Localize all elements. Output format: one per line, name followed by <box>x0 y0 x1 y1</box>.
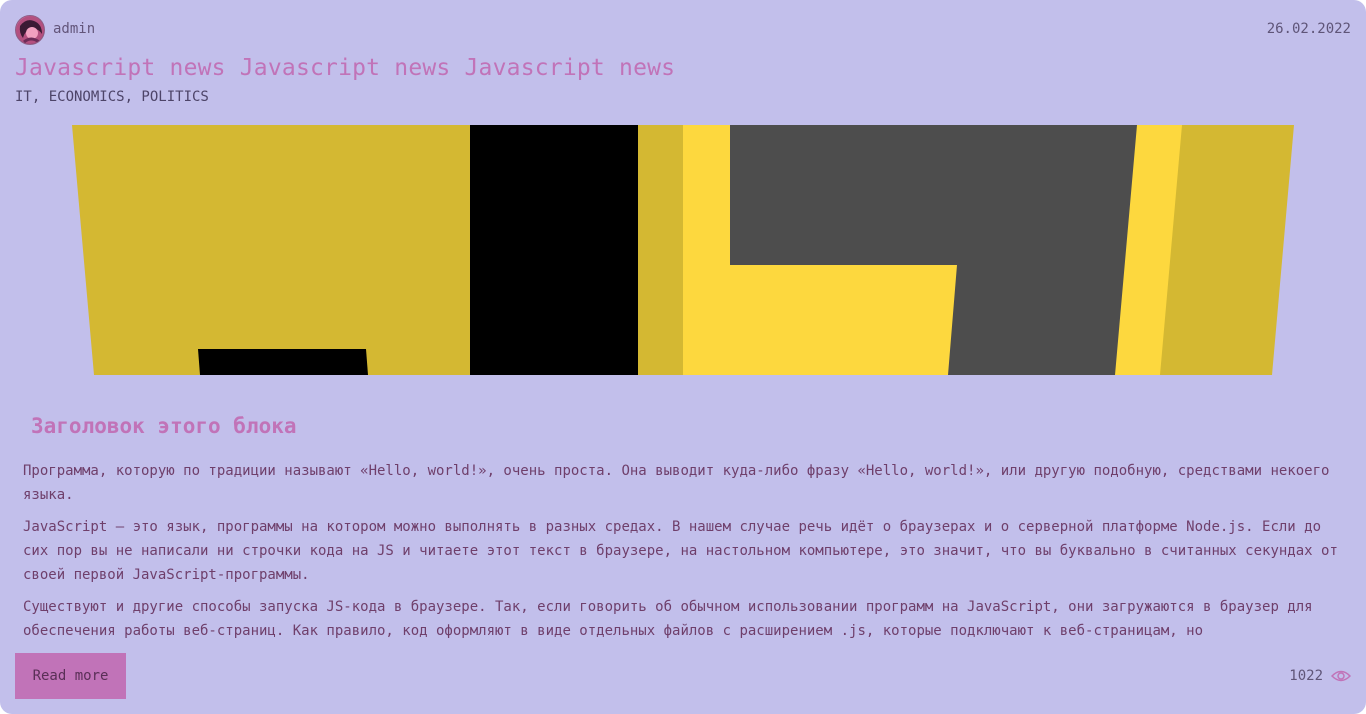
views-count: 1022 <box>1289 668 1323 684</box>
post-card: admin 26.02.2022 Javascript news Javascr… <box>0 0 1366 714</box>
views-counter: 1022 <box>1289 666 1351 686</box>
post-header: admin 26.02.2022 <box>15 15 1351 45</box>
block-title: Заголовок этого блока <box>31 414 297 438</box>
logo-j-stem <box>470 125 638 375</box>
paragraph-3: Существуют и другие способы запуска JS-к… <box>23 599 1313 639</box>
post-title[interactable]: Javascript news Javascript news Javascri… <box>15 55 675 81</box>
eye-icon <box>1331 670 1351 682</box>
post-categories[interactable]: IT, ECONOMICS, POLITICS <box>15 89 209 105</box>
avatar[interactable] <box>15 15 45 45</box>
read-more-button[interactable]: Read more <box>15 653 126 699</box>
avatar-image <box>16 16 44 44</box>
paragraph-1: Программа, которую по традиции называют … <box>23 463 1330 503</box>
post-content: Программа, которую по традиции называют … <box>23 459 1343 642</box>
paragraph-2: JavaScript — это язык, программы на кото… <box>23 519 1338 583</box>
author-name[interactable]: admin <box>53 21 95 37</box>
post-date: 26.02.2022 <box>1266 21 1351 37</box>
hero-image <box>72 125 1294 375</box>
logo-j-foot <box>198 349 368 375</box>
